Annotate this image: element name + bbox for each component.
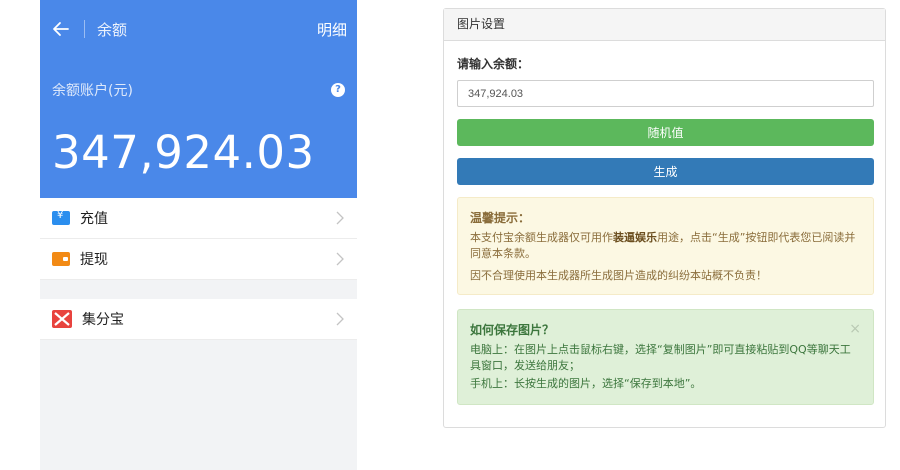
top-bar: 余额 明细	[40, 0, 357, 58]
menu-item-label: 集分宝	[82, 312, 124, 328]
panel-heading: 图片设置	[444, 9, 885, 41]
menu-group-points: 集分宝	[40, 299, 357, 340]
disclaimer-text: 因不合理使用本生成器所生成图片造成的纠纷本站概不负责！	[470, 269, 767, 282]
amount-input[interactable]	[457, 80, 874, 107]
random-value-button[interactable]: 随机值	[457, 119, 874, 146]
howto-title: 如何保存图片？	[470, 323, 555, 337]
menu-item-recharge[interactable]: 充值	[40, 198, 357, 239]
back-arrow-icon[interactable]	[52, 18, 74, 40]
menu-item-withdraw[interactable]: 提现	[40, 239, 357, 280]
menu-item-jifenbao[interactable]: 集分宝	[40, 299, 357, 340]
panel-body: 请输入余额： 随机值 生成 温馨提示： 本支付宝余额生成器仅可用作装逼娱乐用途，…	[444, 41, 885, 419]
generate-button[interactable]: 生成	[457, 158, 874, 185]
menu-group-funds: 充值 提现	[40, 198, 357, 280]
warning-emphasis: 装逼娱乐	[613, 231, 657, 244]
warning-text-part: 本支付宝余额生成器仅可用作	[470, 231, 613, 244]
howto-save-notice: × 如何保存图片？ 电脑上：在图片上点击鼠标右键，选择“复制图片”即可直接粘贴到…	[457, 309, 874, 405]
topbar-divider	[84, 20, 85, 38]
recharge-icon	[52, 210, 70, 225]
menu-gap	[40, 280, 357, 299]
warning-notice: 温馨提示： 本支付宝余额生成器仅可用作装逼娱乐用途，点击“生成”按钮即代表您已阅…	[457, 197, 874, 295]
detail-link[interactable]: 明细	[317, 19, 347, 40]
balance-amount: 347,924.03	[52, 126, 315, 179]
withdraw-icon	[52, 252, 70, 266]
warning-title: 温馨提示：	[470, 211, 531, 225]
page-title: 余额	[97, 20, 128, 39]
jifenbao-icon	[52, 310, 72, 328]
balance-header: 余额 明细 余额账户(元) ? 347,924.03	[40, 0, 357, 198]
settings-panel: 图片设置 请输入余额： 随机值 生成 温馨提示： 本支付宝余额生成器仅可用作装逼…	[443, 8, 886, 428]
amount-label: 请输入余额：	[457, 57, 530, 71]
howto-mobile-text: 手机上：长按生成的图片，选择“保存到本地”。	[470, 377, 702, 390]
chevron-right-icon	[336, 312, 344, 326]
account-row: 余额账户(元) ?	[40, 70, 357, 110]
help-icon[interactable]: ?	[331, 83, 345, 97]
close-icon[interactable]: ×	[849, 322, 861, 336]
howto-pc-text: 电脑上：在图片上点击鼠标右键，选择“复制图片”即可直接粘贴到QQ等聊天工具窗口，…	[470, 343, 851, 372]
chevron-right-icon	[336, 211, 344, 225]
menu-item-label: 充值	[80, 211, 108, 227]
account-label: 余额账户(元)	[52, 83, 133, 99]
warning-text: 本支付宝余额生成器仅可用作装逼娱乐用途，点击“生成”按钮即代表您已阅读并同意本条…	[470, 230, 861, 262]
menu-item-label: 提现	[80, 252, 108, 268]
chevron-right-icon	[336, 252, 344, 266]
balance-preview: 余额 明细 余额账户(元) ? 347,924.03 充值 提现 集分宝	[40, 0, 357, 470]
